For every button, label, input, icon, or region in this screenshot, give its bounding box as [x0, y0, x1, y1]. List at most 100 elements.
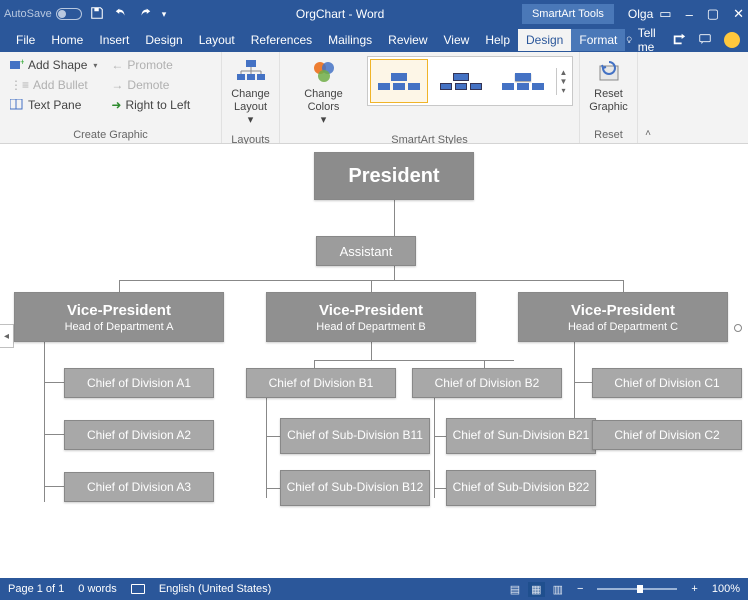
zoom-level[interactable]: 100%	[712, 583, 740, 595]
change-layout-button[interactable]: Change Layout▾	[225, 56, 276, 132]
org-box-c1[interactable]: Chief of Division C1	[592, 368, 742, 398]
quick-access-toolbar: ▾	[90, 6, 167, 23]
share-icon[interactable]	[672, 32, 686, 49]
styles-gallery: ▲ ▼ ▾	[367, 56, 573, 106]
org-box-b21[interactable]: Chief of Sun-Division B21	[446, 418, 596, 454]
org-chart[interactable]: President Assistant Vice-PresidentHead o…	[14, 152, 736, 570]
ribbon-group-reset: Reset Graphic Reset	[580, 52, 638, 143]
org-box-vp-c[interactable]: Vice-PresidentHead of Department C	[518, 292, 728, 342]
tab-references[interactable]: References	[243, 29, 320, 51]
user-name[interactable]: Olga	[628, 7, 653, 21]
autosave-toggle[interactable]: AutoSave	[4, 8, 82, 20]
org-box-a1[interactable]: Chief of Division A1	[64, 368, 214, 398]
status-page[interactable]: Page 1 of 1	[8, 583, 64, 595]
gallery-down-icon[interactable]: ▼	[557, 77, 570, 86]
reset-graphic-button[interactable]: Reset Graphic	[583, 56, 634, 118]
ribbon: + Add Shape▾ ⋮≡ Add Bullet Text Pane ← P…	[0, 52, 748, 144]
tell-me-search[interactable]: Tell me	[625, 26, 664, 54]
minimize-icon[interactable]: –	[686, 7, 693, 22]
tab-file[interactable]: File	[8, 29, 43, 51]
promote-button[interactable]: ← Promote	[107, 56, 194, 74]
layout-icon	[237, 60, 265, 86]
svg-text:+: +	[20, 59, 24, 67]
rtl-arrow-icon: ➜	[111, 98, 121, 112]
tab-smartart-format[interactable]: Format	[571, 29, 625, 51]
connector-line	[371, 280, 372, 292]
connector-line	[44, 342, 45, 502]
ribbon-group-layouts: Change Layout▾ Layouts	[222, 52, 280, 143]
contextual-tab-label: SmartArt Tools	[522, 4, 614, 24]
gallery-more-icon[interactable]: ▾	[557, 86, 570, 95]
style-thumb-2[interactable]	[432, 59, 490, 103]
document-title: OrgChart - Word	[166, 7, 514, 21]
read-mode-icon[interactable]: ▤	[510, 583, 520, 596]
org-box-b22[interactable]: Chief of Sub-Division B22	[446, 470, 596, 506]
status-language[interactable]: English (United States)	[159, 583, 272, 595]
org-box-assistant[interactable]: Assistant	[316, 236, 416, 266]
print-layout-icon[interactable]: ▦	[528, 582, 544, 597]
change-colors-button[interactable]: Change Colors▾	[286, 56, 361, 132]
demote-arrow-icon: →	[111, 78, 123, 92]
text-pane-button[interactable]: Text Pane	[6, 96, 101, 114]
status-words[interactable]: 0 words	[78, 583, 117, 595]
redo-icon[interactable]	[138, 6, 152, 23]
smiley-icon[interactable]	[724, 32, 740, 48]
tab-review[interactable]: Review	[380, 29, 435, 51]
tab-view[interactable]: View	[436, 29, 478, 51]
reset-icon	[596, 60, 622, 86]
tab-smartart-design[interactable]: Design	[518, 29, 571, 51]
org-box-b1[interactable]: Chief of Division B1	[246, 368, 396, 398]
connector-line	[266, 488, 280, 489]
add-bullet-button[interactable]: ⋮≡ Add Bullet	[6, 76, 101, 94]
connector-line	[44, 382, 64, 383]
tab-home[interactable]: Home	[43, 29, 91, 51]
promote-arrow-icon: ←	[111, 58, 123, 72]
view-buttons: ▤ ▦ ▥	[510, 582, 563, 597]
org-box-b12[interactable]: Chief of Sub-Division B12	[280, 470, 430, 506]
tab-layout[interactable]: Layout	[191, 29, 243, 51]
collapse-ribbon-icon[interactable]: ˄	[638, 52, 658, 143]
ribbon-display-icon[interactable]: ▭	[659, 6, 671, 22]
right-to-left-button[interactable]: ➜ Right to Left	[107, 96, 194, 114]
autosave-label: AutoSave	[4, 8, 52, 20]
zoom-slider[interactable]	[597, 588, 677, 590]
comments-icon[interactable]	[698, 32, 712, 49]
connector-line	[266, 436, 280, 437]
tab-design[interactable]: Design	[137, 29, 190, 51]
text-pane-icon	[10, 99, 24, 111]
close-icon[interactable]: ✕	[733, 6, 744, 22]
gallery-up-icon[interactable]: ▲	[557, 68, 570, 77]
maximize-icon[interactable]: ▢	[707, 6, 719, 22]
style-thumb-3[interactable]	[494, 59, 552, 103]
org-box-a3[interactable]: Chief of Division A3	[64, 472, 214, 502]
proofing-icon[interactable]	[131, 584, 145, 594]
tab-mailings[interactable]: Mailings	[320, 29, 380, 51]
document-area[interactable]: ◂ President Assistant Vice-PresidentHea	[0, 144, 748, 578]
save-icon[interactable]	[90, 6, 104, 23]
add-shape-button[interactable]: + Add Shape▾	[6, 56, 101, 74]
style-thumb-1[interactable]	[370, 59, 428, 103]
zoom-out-button[interactable]: −	[577, 583, 583, 595]
org-box-vp-b[interactable]: Vice-PresidentHead of Department B	[266, 292, 476, 342]
org-box-vp-a[interactable]: Vice-PresidentHead of Department A	[14, 292, 224, 342]
org-box-b2[interactable]: Chief of Division B2	[412, 368, 562, 398]
connector-line	[44, 486, 64, 487]
connector-line	[266, 398, 267, 498]
tab-help[interactable]: Help	[477, 29, 518, 51]
org-box-a2[interactable]: Chief of Division A2	[64, 420, 214, 450]
org-box-c2[interactable]: Chief of Division C2	[592, 420, 742, 450]
web-layout-icon[interactable]: ▥	[553, 583, 563, 596]
org-box-president[interactable]: President	[314, 152, 474, 200]
titlebar: AutoSave ▾ OrgChart - Word SmartArt Tool…	[0, 0, 748, 28]
zoom-in-button[interactable]: +	[691, 583, 697, 595]
tab-insert[interactable]: Insert	[91, 29, 137, 51]
status-bar: Page 1 of 1 0 words English (United Stat…	[0, 578, 748, 600]
connector-line	[623, 280, 624, 292]
demote-button[interactable]: → Demote	[107, 76, 194, 94]
org-box-b11[interactable]: Chief of Sub-Division B11	[280, 418, 430, 454]
connector-line	[44, 434, 64, 435]
colors-icon	[311, 60, 337, 86]
undo-icon[interactable]	[114, 6, 128, 23]
text-pane-toggle-icon[interactable]: ◂	[0, 324, 14, 348]
connector-line	[434, 398, 435, 498]
